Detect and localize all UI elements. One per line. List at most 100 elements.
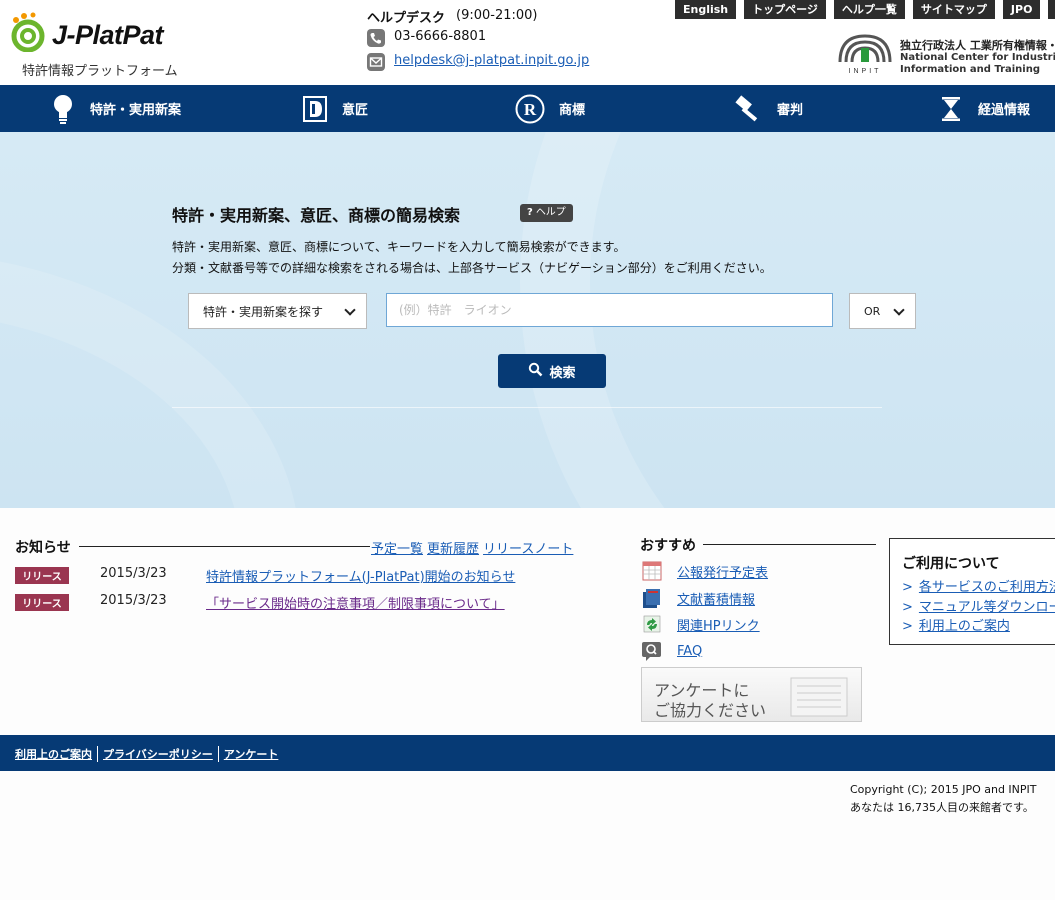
nav-label-appeal: 審判 — [777, 103, 804, 118]
top-link-text-size[interactable]: 文 — [1048, 0, 1055, 19]
usage-link-services[interactable]: > 各サービスのご利用方法 — [902, 576, 1055, 595]
top-link-top-page[interactable]: トップページ — [744, 0, 826, 19]
usage-link-manuals[interactable]: > マニュアル等ダウンロード — [902, 596, 1055, 615]
search-title: 特許・実用新案、意匠、商標の簡易検索 — [172, 206, 461, 225]
top-link-english[interactable]: English — [675, 0, 737, 19]
search-button[interactable]: 検索 — [498, 354, 606, 388]
recommend-link: 文献蓄積情報 — [677, 592, 756, 608]
top-link-jpo[interactable]: JPO — [1002, 0, 1041, 19]
top-link-sitemap[interactable]: サイトマップ — [912, 0, 995, 19]
recommend-link: 関連HPリンク — [677, 618, 760, 634]
footer-link-privacy[interactable]: プライバシーポリシー — [97, 746, 218, 762]
nav-label-design: 意匠 — [342, 103, 369, 118]
registered-r-icon: R — [515, 94, 545, 123]
recycle-link-icon — [641, 613, 663, 635]
news-link-history[interactable]: 更新履歴 — [427, 538, 479, 557]
hero-decoration — [0, 252, 300, 508]
recommend-link: FAQ — [677, 643, 703, 659]
usage-link-label: 各サービスのご利用方法 — [918, 580, 1055, 595]
news-title-link[interactable]: 「サービス開始時の注意事項／制限事項について」 — [206, 593, 505, 612]
jplatpat-logo-icon[interactable] — [10, 12, 48, 53]
nav-item-design[interactable]: 意匠 — [302, 85, 368, 132]
footer-links: 利用上のご案内 プライバシーポリシー アンケート — [15, 746, 283, 762]
usage-link-guide[interactable]: > 利用上のご案内 — [902, 615, 1010, 634]
nav-item-trademark[interactable]: R 商標 — [515, 85, 585, 132]
phone-icon — [367, 29, 385, 47]
news-link-release-notes[interactable]: リリースノート — [483, 538, 573, 557]
chevron-down-icon — [344, 304, 356, 316]
design-d-icon — [302, 95, 328, 123]
release-badge: リリース — [15, 593, 69, 611]
top-link-help-list[interactable]: ヘルプ一覧 — [833, 0, 905, 19]
news-link-schedule[interactable]: 予定一覧 — [371, 538, 423, 557]
footer-bar: 利用上のご案内 プライバシーポリシー アンケート — [0, 735, 1055, 771]
nav-label-progress: 経過情報 — [978, 103, 1031, 118]
recommend-item[interactable]: 公報発行予定表 — [641, 560, 768, 582]
news-heading: お知らせ — [15, 540, 71, 556]
recommend-item[interactable]: FAQ — [641, 640, 702, 662]
helpdesk-email-link[interactable]: helpdesk@j-platpat.inpit.go.jp — [394, 53, 589, 68]
survey-paper-icon — [790, 677, 848, 717]
news-date: 2015/3/23 — [100, 566, 167, 581]
help-label: ヘルプ — [535, 207, 566, 218]
mail-icon — [367, 53, 385, 71]
divider — [79, 546, 370, 547]
usage-heading: ご利用について — [902, 556, 1000, 572]
inpit-name-ja: 独立行政法人 工業所有権情報・ — [900, 39, 1055, 52]
news-item: リリース 2015/3/23 特許情報プラットフォーム(J-PlatPat)開始… — [15, 566, 515, 585]
news-date: 2015/3/23 — [100, 593, 167, 608]
recommend-heading: おすすめ — [640, 538, 696, 554]
chevron-right-icon: > — [902, 600, 913, 615]
site-header: J-PlatPat 特許情報プラットフォーム ヘルプデスク (9:00-21:0… — [0, 0, 1055, 85]
divider — [703, 544, 876, 545]
help-button[interactable]: ? ヘルプ — [520, 204, 573, 222]
news-links: 予定一覧 更新履歴 リリースノート — [371, 538, 573, 557]
logo-subtitle: 特許情報プラットフォーム — [22, 64, 178, 79]
news-item: リリース 2015/3/23 「サービス開始時の注意事項／制限事項について」 — [15, 593, 505, 612]
nav-item-appeal[interactable]: 審判 — [733, 85, 803, 132]
inpit-logo-icon[interactable]: INPIT — [837, 30, 893, 75]
footer-link-guide[interactable]: 利用上のご案内 — [15, 746, 97, 762]
chevron-right-icon: > — [902, 580, 913, 595]
nav-item-progress[interactable]: 経過情報 — [938, 85, 1030, 132]
helpdesk-hours: (9:00-21:00) — [456, 8, 538, 23]
helpdesk-phone: 03-6666-8801 — [394, 29, 487, 44]
nav-label-patent: 特許・実用新案 — [90, 103, 182, 118]
inpit-name-en-2: Information and Training — [900, 64, 1040, 75]
lightbulb-icon — [50, 94, 76, 124]
inpit-name-en-1: National Center for Industrial Pr — [900, 52, 1055, 63]
release-badge: リリース — [15, 566, 69, 584]
category-select-value: 特許・実用新案を探す — [203, 304, 324, 319]
search-icon — [528, 362, 543, 381]
news-title-link[interactable]: 特許情報プラットフォーム(J-PlatPat)開始のお知らせ — [206, 566, 515, 585]
faq-icon — [641, 640, 663, 662]
inpit-logo-word: INPIT — [849, 68, 882, 75]
footer-link-survey[interactable]: アンケート — [217, 746, 284, 762]
helpdesk-title: ヘルプデスク — [367, 11, 446, 26]
search-description: 特許・実用新案、意匠、商標について、キーワードを入力して簡易検索ができます。 — [172, 240, 626, 254]
hourglass-icon — [938, 95, 964, 123]
operator-select[interactable]: OR — [849, 293, 916, 329]
chevron-right-icon: > — [902, 619, 913, 634]
operator-select-value: OR — [864, 304, 881, 318]
top-utility-links: English トップページ ヘルプ一覧 サイトマップ JPO 文 — [675, 0, 1055, 19]
gavel-icon — [733, 94, 763, 123]
keyword-input[interactable] — [386, 293, 833, 327]
nav-item-patent[interactable]: 特許・実用新案 — [50, 85, 181, 132]
recommend-item[interactable]: 関連HPリンク — [641, 613, 760, 635]
logo-wordmark[interactable]: J-PlatPat — [52, 20, 164, 51]
main-nav: 特許・実用新案 意匠 R 商標 審判 経過情報 — [0, 85, 1055, 132]
survey-banner-text: ご協力ください — [654, 701, 767, 720]
search-hero: 特許・実用新案、意匠、商標の簡易検索 ? ヘルプ 特許・実用新案、意匠、商標につい… — [0, 132, 1055, 508]
survey-banner[interactable]: アンケートに ご協力ください — [641, 667, 862, 722]
recommend-link: 公報発行予定表 — [677, 565, 769, 581]
svg-text:R: R — [524, 100, 537, 119]
usage-box: ご利用について > 各サービスのご利用方法 > マニュアル等ダウンロード > 利用上の… — [889, 538, 1055, 645]
chevron-down-icon — [893, 304, 905, 316]
category-select[interactable]: 特許・実用新案を探す — [188, 293, 367, 329]
visitor-counter: あなたは 16,735人目の来館者です。 — [850, 801, 1034, 814]
question-icon: ? — [527, 207, 533, 218]
recommend-item[interactable]: 文献蓄積情報 — [641, 587, 755, 609]
nav-label-trademark: 商標 — [559, 103, 586, 118]
search-description: 分類・文献番号等での詳細な検索をされる場合は、上部各サービス（ナビゲーション部分… — [172, 261, 772, 275]
